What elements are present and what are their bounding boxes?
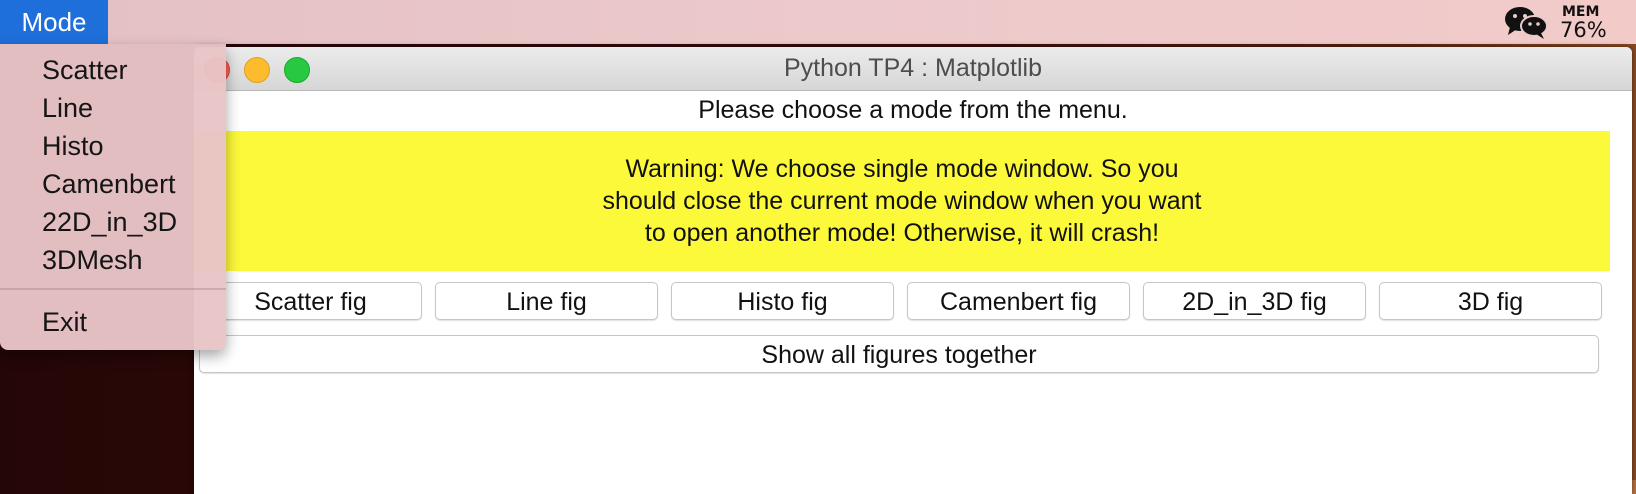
2d-in-3d-fig-button[interactable]: 2D_in_3D fig <box>1143 282 1366 320</box>
memory-monitor[interactable]: MEM 76% <box>1560 3 1620 41</box>
menu-item-22d-in-3d[interactable]: 22D_in_3D <box>42 204 177 240</box>
memory-label: MEM <box>1562 4 1600 20</box>
menu-item-camenbert[interactable]: Camenbert <box>42 166 176 202</box>
app-window: Python TP4 : Matplotlib Please choose a … <box>194 47 1632 494</box>
warning-text: Warning: We choose single mode window. S… <box>602 155 1202 247</box>
camenbert-fig-button[interactable]: Camenbert fig <box>907 282 1130 320</box>
mode-menu[interactable]: Mode <box>0 0 108 44</box>
menu-item-exit[interactable]: Exit <box>42 304 87 340</box>
window-titlebar[interactable]: Python TP4 : Matplotlib <box>194 47 1632 91</box>
menu-separator <box>0 288 226 290</box>
warning-banner: Warning: We choose single mode window. S… <box>194 131 1610 271</box>
show-all-figures-button[interactable]: Show all figures together <box>199 335 1599 373</box>
line-fig-button[interactable]: Line fig <box>435 282 658 320</box>
minimize-window-button[interactable] <box>244 57 270 83</box>
menu-item-3dmesh[interactable]: 3DMesh <box>42 242 143 278</box>
scatter-fig-button[interactable]: Scatter fig <box>199 282 422 320</box>
menu-item-scatter[interactable]: Scatter <box>42 52 128 88</box>
window-content: Please choose a mode from the menu. Warn… <box>194 91 1632 494</box>
histo-fig-button[interactable]: Histo fig <box>671 282 894 320</box>
mode-dropdown-menu: Scatter Line Histo Camenbert 22D_in_3D 3… <box>0 44 226 350</box>
maximize-window-button[interactable] <box>284 57 310 83</box>
wechat-icon[interactable] <box>1504 5 1548 39</box>
window-title: Python TP4 : Matplotlib <box>783 54 1042 82</box>
menu-bar: Mode MEM 76% <box>0 0 1636 44</box>
memory-value: 76% <box>1560 18 1607 42</box>
menu-item-histo[interactable]: Histo <box>42 128 104 164</box>
instruction-label: Please choose a mode from the menu. <box>698 96 1128 124</box>
menu-item-line[interactable]: Line <box>42 90 93 126</box>
3d-fig-button[interactable]: 3D fig <box>1379 282 1602 320</box>
